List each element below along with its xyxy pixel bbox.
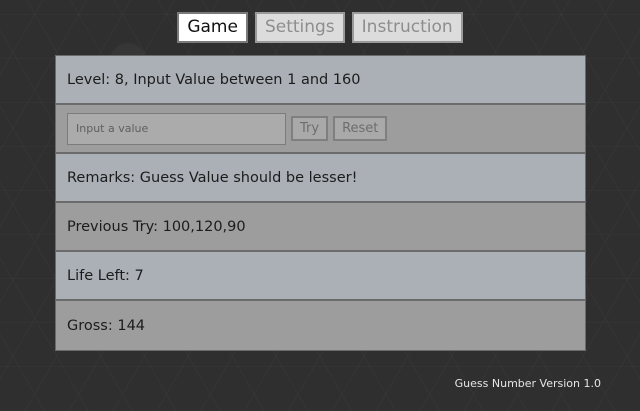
previous-try-text: Previous Try: 100,120,90 — [67, 218, 246, 235]
version-label: Guess Number Version 1.0 — [454, 377, 601, 390]
level-row: Level: 8, Input Value between 1 and 160 — [56, 56, 585, 105]
gross-row: Gross: 144 — [56, 301, 585, 350]
level-text: Level: 8, Input Value between 1 and 160 — [67, 71, 361, 88]
remarks-text: Remarks: Guess Value should be lesser! — [67, 169, 358, 186]
try-button[interactable]: Try — [291, 116, 329, 141]
value-input[interactable] — [67, 112, 286, 145]
tab-instruction[interactable]: Instruction — [351, 12, 463, 43]
life-left-row: Life Left: 7 — [56, 252, 585, 301]
tab-settings[interactable]: Settings — [254, 12, 345, 43]
input-row: Try Reset — [56, 105, 585, 154]
gross-text: Gross: 144 — [67, 317, 146, 334]
remarks-row: Remarks: Guess Value should be lesser! — [56, 154, 585, 203]
game-panel: Level: 8, Input Value between 1 and 160 … — [55, 55, 586, 351]
previous-try-row: Previous Try: 100,120,90 — [56, 203, 585, 252]
life-left-text: Life Left: 7 — [67, 267, 144, 284]
tab-game[interactable]: Game — [177, 12, 248, 43]
tab-bar: Game Settings Instruction — [0, 12, 640, 43]
reset-button[interactable]: Reset — [333, 116, 388, 141]
